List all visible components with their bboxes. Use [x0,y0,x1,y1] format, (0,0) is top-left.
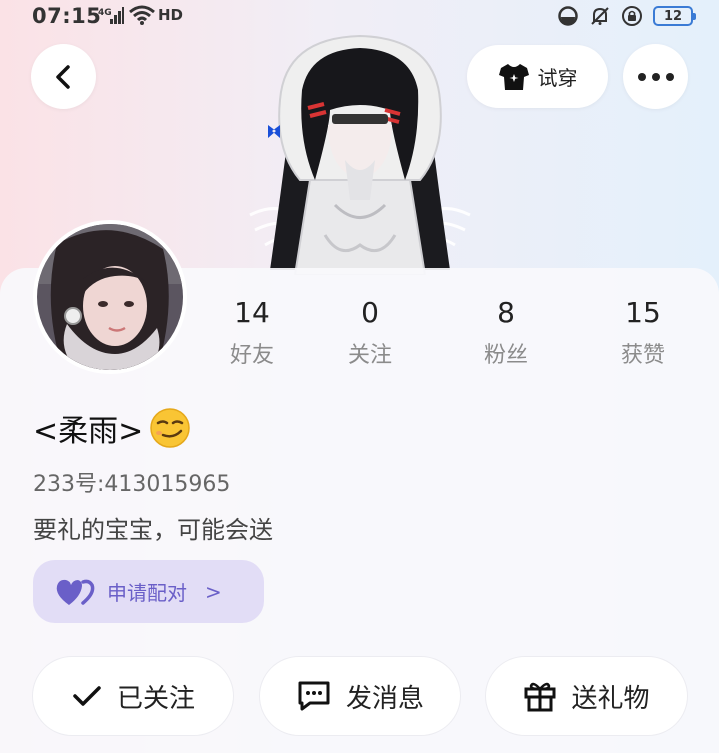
stat-label: 粉丝 [483,343,528,368]
stat-label: 获赞 [620,343,665,368]
status-bar: 07:15 4G HD 12 [0,0,719,34]
request-pair-label: 申请配对 [107,581,187,605]
chevron-right-icon: > [205,579,222,604]
gift-icon [524,682,556,712]
avatar-photo [37,224,183,370]
try-on-label: 试穿 [537,66,578,90]
more-dots-icon [637,72,674,81]
stat-value: 0 [361,296,379,329]
try-on-button[interactable]: 试穿 [467,45,608,108]
user-id: 233号:413015965 [33,472,231,497]
send-message-button[interactable]: 发消息 [259,656,461,736]
chat-bubble-icon [298,681,330,711]
stat-likes[interactable]: 15 获赞 [593,296,693,369]
lock-rotation-icon [622,6,642,26]
smirk-emoji-icon [150,408,191,448]
send-gift-label: 送礼物 [571,683,650,714]
stat-value: 14 [234,296,270,329]
request-pair-button[interactable]: 申请配对 > [33,560,264,623]
check-icon [73,686,101,706]
back-arrow-icon [55,64,70,89]
stats-row: 14 好友 0 关注 8 粉丝 15 获赞 [190,296,710,376]
data-saver-icon [558,6,578,26]
stat-value: 15 [625,296,661,329]
stat-label: 好友 [229,343,274,368]
status-time: 07:15 [32,4,102,28]
tshirt-icon [498,63,529,90]
nickname-row: <柔雨> [33,406,191,450]
back-button[interactable] [31,44,96,109]
avatar-figure-image [249,34,471,275]
nickname: <柔雨> [33,414,144,449]
send-message-label: 发消息 [345,683,424,714]
profile-avatar[interactable] [33,220,187,374]
more-options-button[interactable] [623,44,688,109]
mute-icon [591,7,609,25]
followed-label: 已关注 [116,683,195,714]
battery-icon: 12 [653,6,696,26]
stat-value: 8 [497,296,515,329]
stat-following[interactable]: 0 关注 [320,296,420,369]
heart-pair-icon [56,579,95,605]
bio: 要礼的宝宝，可能会送 [33,516,273,544]
followed-button[interactable]: 已关注 [32,656,234,736]
hd-icon: HD [158,6,184,24]
stat-fans[interactable]: 8 粉丝 [456,296,556,369]
signal-icon [110,7,124,24]
stat-friends[interactable]: 14 好友 [202,296,302,369]
send-gift-button[interactable]: 送礼物 [485,656,688,736]
stat-label: 关注 [347,343,392,368]
wifi-icon [129,5,155,25]
